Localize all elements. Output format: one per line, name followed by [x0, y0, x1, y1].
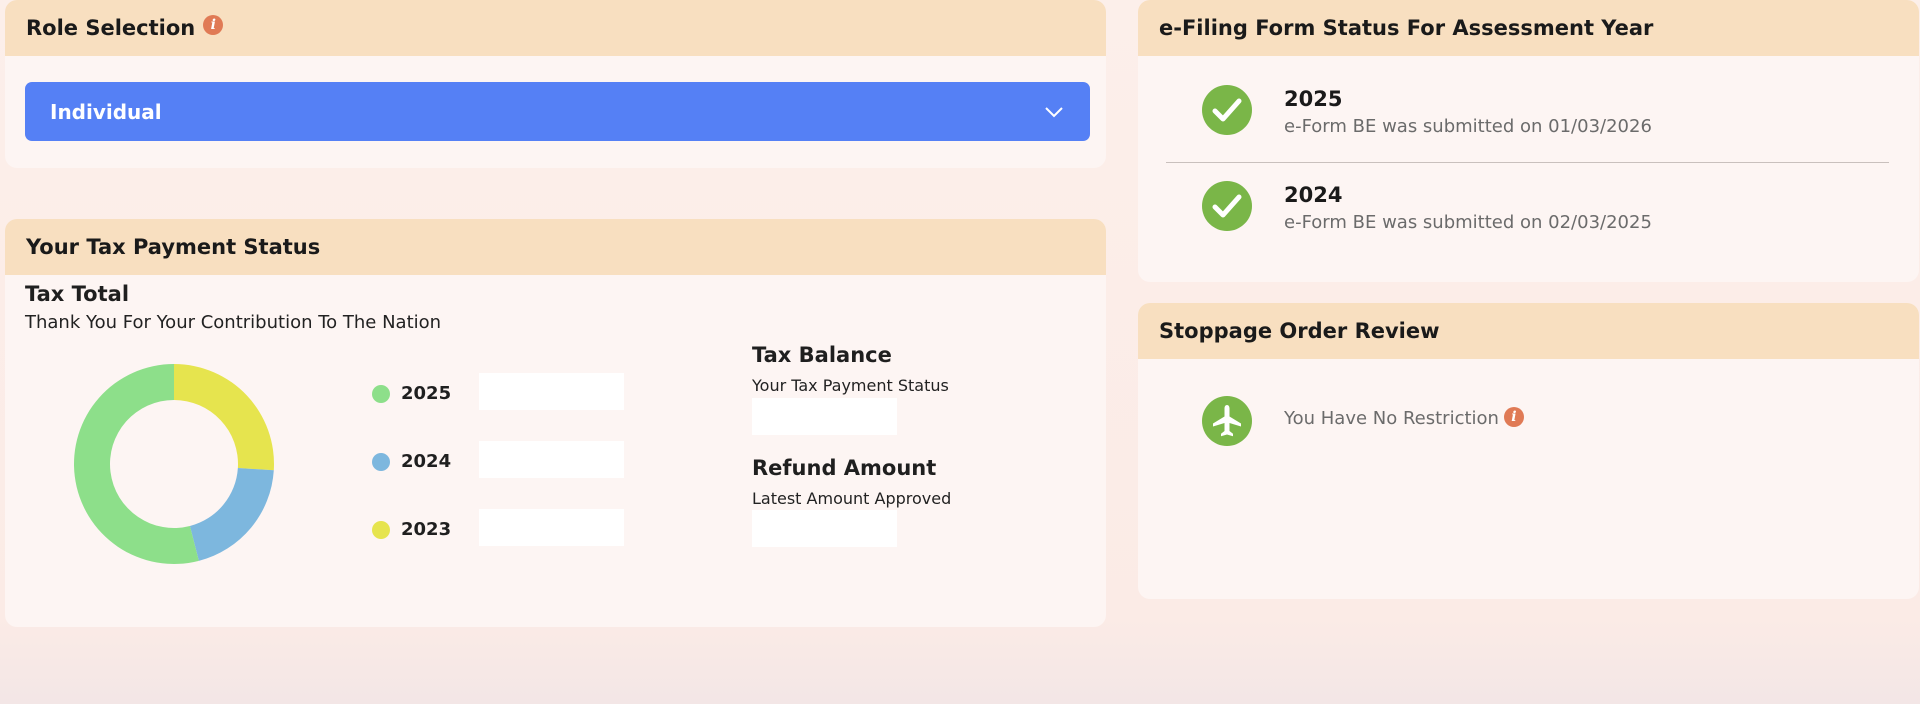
- info-icon[interactable]: i: [1503, 406, 1524, 427]
- tax-donut-chart: [74, 364, 274, 564]
- tax-balance-value-box: [752, 398, 897, 435]
- efiling-item-2025: 2025 e-Form BE was submitted on 01/03/20…: [1138, 70, 1919, 150]
- legend-label: 2024: [401, 451, 452, 472]
- check-circle-icon: [1202, 181, 1252, 231]
- tax-payment-card: Your Tax Payment Status Tax Total Thank …: [5, 219, 1106, 627]
- tax-total-subtitle: Thank You For Your Contribution To The N…: [25, 312, 442, 333]
- airplane-icon: [1202, 396, 1252, 446]
- legend-dot: [372, 452, 390, 471]
- donut-slice-2024: [189, 468, 274, 561]
- legend-label: 2025: [401, 383, 452, 404]
- tax-payment-header: Your Tax Payment Status: [5, 219, 1106, 275]
- refund-amount-value-box: [752, 510, 897, 547]
- tax-2024-value-box: [479, 441, 624, 478]
- efiling-year: 2025: [1284, 87, 1343, 111]
- stoppage-order-card: Stoppage Order Review You Have No Restri…: [1138, 303, 1919, 599]
- refund-amount-subtitle: Latest Amount Approved: [752, 489, 952, 508]
- tax-balance-title: Tax Balance: [752, 343, 892, 367]
- stoppage-status: You Have No Restriction i: [1284, 406, 1524, 429]
- role-dropdown[interactable]: Individual: [25, 82, 1090, 141]
- role-dropdown-value: Individual: [50, 99, 162, 124]
- donut-slice-2023: [174, 364, 274, 471]
- tax-total-title: Tax Total: [25, 282, 130, 306]
- legend-dot: [372, 520, 390, 539]
- tax-balance-subtitle: Your Tax Payment Status: [752, 376, 949, 395]
- efiling-status-card: e-Filing Form Status For Assessment Year…: [1138, 0, 1919, 282]
- divider: [1166, 162, 1889, 163]
- refund-amount-title: Refund Amount: [752, 456, 937, 480]
- efiling-item-2024: 2024 e-Form BE was submitted on 02/03/20…: [1138, 166, 1919, 246]
- role-selection-title: Role Selection: [26, 16, 196, 40]
- tax-payment-title: Your Tax Payment Status: [26, 235, 321, 259]
- legend-item-2024: 2024: [372, 451, 481, 472]
- chevron-down-icon: [1045, 106, 1063, 117]
- role-selection-card: Role Selection i Individual: [5, 0, 1106, 168]
- efiling-status-title: e-Filing Form Status For Assessment Year: [1159, 16, 1654, 40]
- efiling-status-text: e-Form BE was submitted on 01/03/2026: [1284, 116, 1652, 137]
- stoppage-order-title: Stoppage Order Review: [1159, 319, 1440, 343]
- stoppage-order-header: Stoppage Order Review: [1138, 303, 1919, 359]
- legend-item-2023: 2023: [372, 519, 481, 540]
- efiling-status-header: e-Filing Form Status For Assessment Year: [1138, 0, 1919, 56]
- check-circle-icon: [1202, 85, 1252, 135]
- tax-2023-value-box: [479, 509, 624, 546]
- legend-label: 2023: [401, 519, 452, 540]
- info-icon[interactable]: i: [203, 15, 224, 35]
- legend-dot: [372, 384, 390, 403]
- tax-2025-value-box: [479, 373, 624, 410]
- legend-item-2025: 2025: [372, 383, 481, 404]
- efiling-year: 2024: [1284, 183, 1343, 207]
- stoppage-status-text: You Have No Restriction: [1284, 408, 1499, 429]
- efiling-status-text: e-Form BE was submitted on 02/03/2025: [1284, 212, 1652, 233]
- role-selection-header: Role Selection i: [5, 0, 1106, 56]
